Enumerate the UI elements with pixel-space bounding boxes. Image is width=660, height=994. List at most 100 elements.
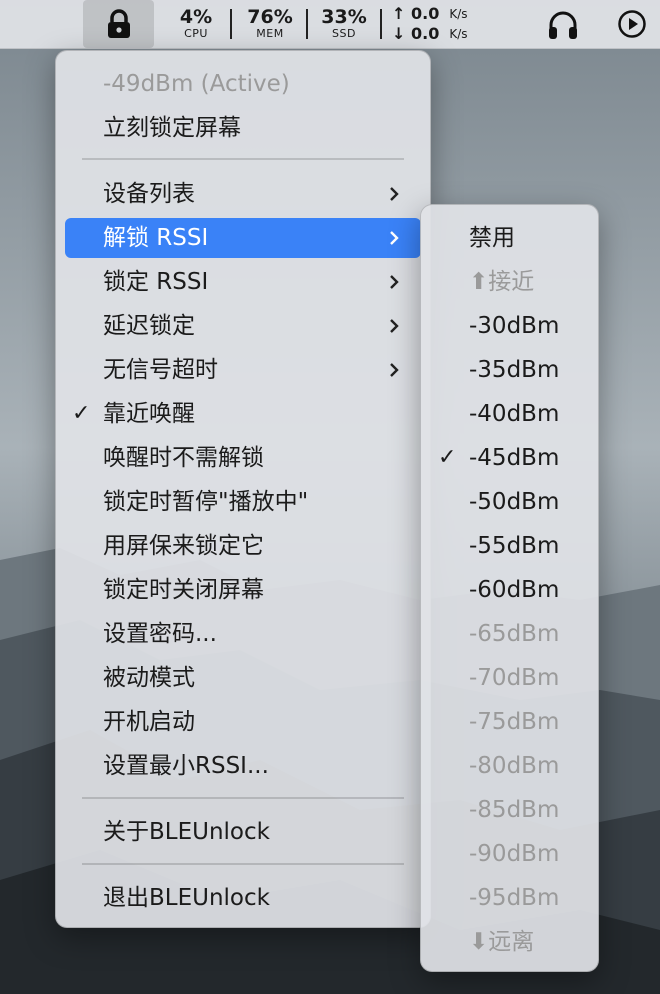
about-label: 关于BLEUnlock (103, 819, 270, 845)
rssi-option-disable[interactable]: 禁用 (421, 218, 598, 258)
rssi-option-label: -95dBm (469, 885, 560, 911)
stat-separator (306, 9, 308, 39)
no-signal-timeout-label: 无信号超时 (103, 357, 218, 383)
ssd-stat[interactable]: 33% SSD (318, 7, 370, 40)
rssi-option-label: -80dBm (469, 753, 560, 779)
ssd-label: SSD (332, 27, 356, 40)
launch-at-login-item[interactable]: 开机启动 (56, 702, 430, 742)
chevron-right-icon (390, 187, 399, 201)
rssi-option-label: -75dBm (469, 709, 560, 735)
rssi-option[interactable]: -50dBm (421, 482, 598, 522)
lock-rssi-item[interactable]: 锁定 RSSI (56, 262, 430, 302)
rssi-option-label: -40dBm (469, 401, 560, 427)
cpu-label: CPU (184, 27, 208, 40)
set-password-label: 设置密码... (103, 621, 217, 647)
bleunlock-menu: -49dBm (Active) 立刻锁定屏幕 设备列表 解锁 RSSI 锁定 R… (55, 50, 431, 928)
network-stat[interactable]: ↑ 0.0 K/s ↓ 0.0 K/s (392, 4, 468, 44)
quit-item[interactable]: 退出BLEUnlock (56, 878, 430, 918)
stat-separator (230, 9, 232, 39)
set-min-rssi-label: 设置最小RSSI... (103, 753, 269, 779)
chevron-right-icon (390, 363, 399, 377)
turn-off-screen-item[interactable]: 锁定时关闭屏幕 (56, 570, 430, 610)
rssi-option[interactable]: -55dBm (421, 526, 598, 566)
rssi-option-disabled: -85dBm (421, 790, 598, 830)
quit-label: 退出BLEUnlock (103, 885, 270, 911)
rssi-option-disabled: -75dBm (421, 702, 598, 742)
rssi-option-disabled: -65dBm (421, 614, 598, 654)
rssi-option-label: -50dBm (469, 489, 560, 515)
ssd-value: 33% (321, 6, 367, 28)
menu-divider (82, 797, 404, 799)
device-list-label: 设备列表 (103, 181, 195, 207)
rssi-direction-far: ⬇远离 (421, 922, 598, 962)
lock-delay-label: 延迟锁定 (103, 313, 195, 339)
stat-separator (380, 9, 382, 39)
rssi-option[interactable]: -40dBm (421, 394, 598, 434)
net-upload-value: ↑ 0.0 (392, 4, 440, 23)
rssi-option[interactable]: -35dBm (421, 350, 598, 390)
pause-now-playing-item[interactable]: 锁定时暂停"播放中" (56, 482, 430, 522)
checkmark-icon: ✓ (72, 401, 91, 426)
lock-icon (107, 9, 130, 38)
wake-on-proximity-label: 靠近唤醒 (103, 401, 195, 427)
pause-now-playing-label: 锁定时暂停"播放中" (103, 489, 309, 515)
use-screensaver-label: 用屏保来锁定它 (103, 533, 264, 559)
rssi-option-label: -55dBm (469, 533, 560, 559)
rssi-option-selected[interactable]: ✓ -45dBm (421, 438, 598, 478)
rssi-option-disabled: -70dBm (421, 658, 598, 698)
menu-divider (82, 863, 404, 865)
lock-rssi-label: 锁定 RSSI (103, 269, 209, 295)
lock-now-label: 立刻锁定屏幕 (103, 115, 241, 141)
headphones-icon[interactable] (547, 10, 579, 40)
rssi-option-label: -45dBm (469, 445, 560, 471)
unlock-rssi-label: 解锁 RSSI (103, 225, 209, 251)
rssi-option[interactable]: -30dBm (421, 306, 598, 346)
unlock-rssi-item[interactable]: 解锁 RSSI (65, 218, 421, 258)
turn-off-screen-label: 锁定时关闭屏幕 (103, 577, 264, 603)
launch-at-login-label: 开机启动 (103, 709, 195, 735)
mem-stat[interactable]: 76% MEM (244, 7, 296, 40)
rssi-far-label: ⬇远离 (469, 929, 535, 955)
rssi-option-label: -30dBm (469, 313, 560, 339)
checkmark-icon: ✓ (438, 445, 457, 470)
net-download-unit: K/s (449, 27, 468, 41)
cpu-stat[interactable]: 4% CPU (176, 7, 216, 40)
rssi-option-label: 禁用 (469, 225, 515, 251)
use-screensaver-item[interactable]: 用屏保来锁定它 (56, 526, 430, 566)
cpu-value: 4% (179, 6, 213, 28)
wake-without-unlock-item[interactable]: 唤醒时不需解锁 (56, 438, 430, 478)
chevron-right-icon (390, 231, 399, 245)
chevron-right-icon (390, 319, 399, 333)
bleunlock-status-item[interactable] (83, 0, 154, 48)
rssi-option-disabled: -95dBm (421, 878, 598, 918)
device-list-item[interactable]: 设备列表 (56, 174, 430, 214)
rssi-status-label: -49dBm (Active) (103, 71, 290, 97)
about-item[interactable]: 关于BLEUnlock (56, 812, 430, 852)
rssi-option[interactable]: -60dBm (421, 570, 598, 610)
lock-now-item[interactable]: 立刻锁定屏幕 (56, 108, 430, 148)
rssi-direction-near: ⬆接近 (421, 262, 598, 302)
rssi-option-disabled: -80dBm (421, 746, 598, 786)
no-signal-timeout-item[interactable]: 无信号超时 (56, 350, 430, 390)
rssi-status-item: -49dBm (Active) (56, 64, 430, 104)
rssi-option-label: -70dBm (469, 665, 560, 691)
rssi-option-disabled: -90dBm (421, 834, 598, 874)
mem-value: 76% (247, 6, 293, 28)
net-upload-unit: K/s (449, 7, 468, 21)
play-circle-icon[interactable] (617, 9, 647, 39)
wake-on-proximity-item[interactable]: ✓ 靠近唤醒 (56, 394, 430, 434)
rssi-option-label: -90dBm (469, 841, 560, 867)
passive-mode-item[interactable]: 被动模式 (56, 658, 430, 698)
rssi-option-label: -85dBm (469, 797, 560, 823)
set-password-item[interactable]: 设置密码... (56, 614, 430, 654)
unlock-rssi-submenu: 禁用 ⬆接近 -30dBm -35dBm -40dBm ✓ -45dBm -50… (420, 204, 599, 972)
set-min-rssi-item[interactable]: 设置最小RSSI... (56, 746, 430, 786)
chevron-right-icon (390, 275, 399, 289)
lock-delay-item[interactable]: 延迟锁定 (56, 306, 430, 346)
rssi-option-label: -60dBm (469, 577, 560, 603)
mem-label: MEM (256, 27, 284, 40)
menu-bar: 4% CPU 76% MEM 33% SSD ↑ 0.0 K/s ↓ 0.0 K/s (0, 0, 660, 49)
menu-divider (82, 158, 404, 160)
rssi-option-label: -65dBm (469, 621, 560, 647)
rssi-option-label: -35dBm (469, 357, 560, 383)
